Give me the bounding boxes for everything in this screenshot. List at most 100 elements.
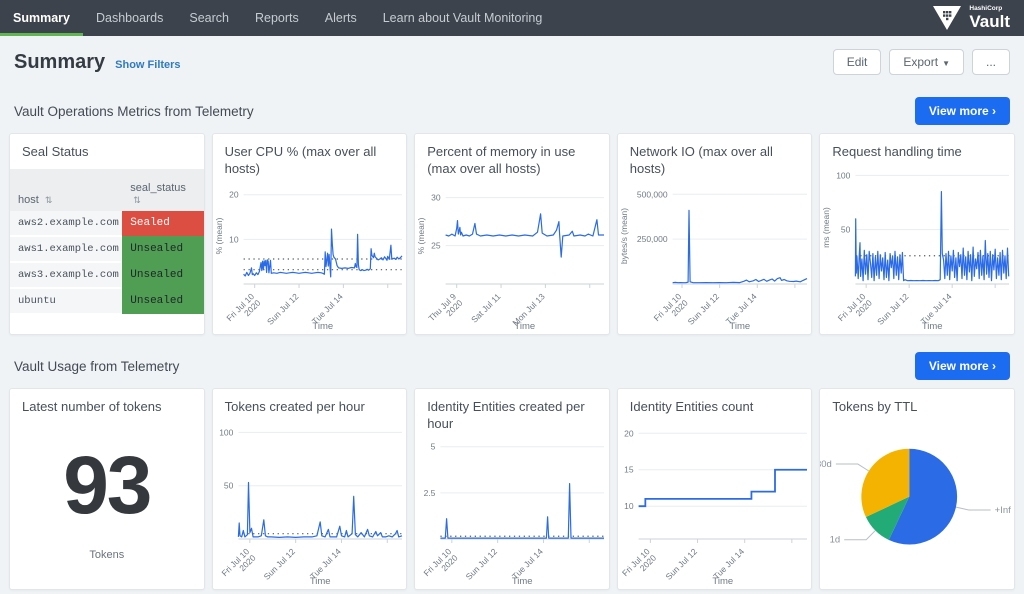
export-label: Export [903,55,938,69]
panel-tokens-by-ttl: Tokens by TTL +Inf1d30d [819,388,1015,590]
show-filters-link[interactable]: Show Filters [115,59,180,71]
svg-text:10: 10 [624,501,634,511]
status-badge: Unsealed [122,236,203,262]
svg-text:% (mean): % (mean) [416,217,426,254]
table-row: aws3.example.comUnsealed [10,262,204,288]
more-options-button[interactable]: ... [972,49,1010,75]
usage-panel-grid: Latest number of tokens 93 Tokens Tokens… [9,388,1015,590]
panel-tokens-per-hour: Tokens created per hour 50 100 Fri Jul 102… [212,388,408,590]
export-button[interactable]: Export ▼ [889,49,964,75]
panel-title: Tokens by TTL [820,389,1014,418]
nav-items: SummaryDashboardsSearchReportsAlertsLear… [0,0,932,36]
svg-text:bytes/s (mean): bytes/s (mean) [619,208,629,264]
svg-text:Time: Time [922,321,943,332]
table-row: aws1.example.comUnsealed [10,236,204,262]
entities-per-hour-chart[interactable]: 2.55Fri Jul 102020Sun Jul 12Tue Jul 14Ti… [415,435,609,589]
sort-icon: ⇅ [133,195,141,205]
panel-memory: Percent of memory in use (max over all h… [414,133,610,335]
tokens-per-hour-chart[interactable]: 50100Fri Jul 102020Sun Jul 12Tue Jul 14T… [213,418,407,589]
svg-text:15: 15 [624,465,634,475]
tokens-by-ttl-pie-chart[interactable]: +Inf1d30d [820,418,1014,589]
host-cell: aws2.example.com [10,211,122,236]
svg-text:2.5: 2.5 [424,488,436,498]
vault-logo-icon [932,5,962,31]
svg-text:Fri Jul 102020: Fri Jul 102020 [224,291,262,329]
sort-icon: ⇅ [45,195,53,205]
svg-text:Thu Jul 92020: Thu Jul 92020 [426,291,464,329]
svg-text:Fri Jul 102020: Fri Jul 102020 [219,546,257,584]
svg-text:50: 50 [841,225,851,235]
svg-text:Time: Time [729,321,750,332]
svg-text:Time: Time [512,576,533,587]
panel-title: Identity Entities count [618,389,812,418]
token-count-caption: Tokens [89,549,124,561]
nav-item-dashboards[interactable]: Dashboards [83,0,176,36]
entities-count-chart[interactable]: 101520Fri Jul 102020Sun Jul 12Tue Jul 14… [618,418,812,589]
svg-text:500,000: 500,000 [637,189,668,199]
nav-item-learn-about-vault-monitoring[interactable]: Learn about Vault Monitoring [370,0,556,36]
svg-text:250,000: 250,000 [637,234,668,244]
section-title: Vault Usage from Telemetry [14,359,179,374]
view-more-operations-button[interactable]: View more › [915,97,1010,125]
panel-seal-status: Seal Status host ⇅seal_status ⇅ aws2.exa… [9,133,205,335]
svg-text:1d: 1d [830,535,841,546]
page-title: Summary [14,51,105,74]
view-more-usage-button[interactable]: View more › [915,352,1010,380]
status-badge: Unsealed [122,288,203,314]
nav-item-reports[interactable]: Reports [242,0,312,36]
panel-user-cpu: User CPU % (max over all hosts) 1020% (m… [212,133,408,335]
panel-title: Seal Status [10,134,204,163]
panel-title: User CPU % (max over all hosts) [213,134,407,180]
edit-button[interactable]: Edit [833,49,882,75]
svg-text:30: 30 [431,192,441,202]
status-badge: Sealed [122,211,203,236]
svg-text:Fri Jul 102020: Fri Jul 102020 [422,546,460,584]
svg-text:100: 100 [219,427,233,437]
column-header-host[interactable]: host ⇅ [10,169,122,211]
svg-text:10: 10 [229,234,239,244]
panel-entities-per-hour: Identity Entities created per hour 2.55F… [414,388,610,590]
panel-entities-count: Identity Entities count 10 15 20 Fri Jul 10… [617,388,813,590]
operations-panel-grid: Seal Status host ⇅seal_status ⇅ aws2.exa… [9,133,1015,335]
request-time-chart[interactable]: 50100ms (mean)Fri Jul 102020Sun Jul 12Tu… [820,163,1014,334]
nav-item-summary[interactable]: Summary [0,0,83,36]
svg-text:Sun Jul 12: Sun Jul 12 [464,546,500,582]
svg-text:Sun Jul 12: Sun Jul 12 [685,291,721,327]
brand: HashiCorp Vault [932,0,1024,36]
svg-text:20: 20 [229,189,239,199]
table-row: aws2.example.comSealed [10,211,204,236]
brand-product: Vault [969,13,1010,30]
section-operations-header: Vault Operations Metrics from Telemetry … [9,84,1015,133]
host-cell: ubuntu [10,288,122,314]
user-cpu-chart[interactable]: 1020% (mean)Fri Jul 102020Sun Jul 12Tue … [213,180,407,334]
panel-title: Request handling time [820,134,1014,163]
panel-latest-tokens: Latest number of tokens 93 Tokens [9,388,205,590]
panel-title: Latest number of tokens [10,389,204,418]
memory-chart[interactable]: 2530% (mean)Thu Jul 92020Sat Jul 11Mon J… [415,180,609,334]
panel-title: Tokens created per hour [213,389,407,418]
svg-text:Fri Jul 102020: Fri Jul 102020 [620,546,658,584]
svg-text:50: 50 [224,481,234,491]
svg-text:20: 20 [624,428,634,438]
nav-item-search[interactable]: Search [176,0,242,36]
table-row: ubuntuUnsealed [10,288,204,314]
status-badge: Unsealed [122,262,203,288]
top-nav: SummaryDashboardsSearchReportsAlertsLear… [0,0,1024,36]
section-usage-header: Vault Usage from Telemetry View more › [9,335,1015,388]
svg-text:Sat Jul 11: Sat Jul 11 [469,291,503,325]
svg-text:Sun Jul 12: Sun Jul 12 [261,546,297,582]
host-cell: aws3.example.com [10,262,122,288]
panel-network-io: Network IO (max over all hosts) 250,000 5… [617,133,813,335]
column-header-seal_status[interactable]: seal_status ⇅ [122,169,203,211]
svg-text:Fri Jul 102020: Fri Jul 102020 [651,291,689,329]
nav-item-alerts[interactable]: Alerts [312,0,370,36]
chevron-down-icon: ▼ [942,59,950,68]
panel-title: Network IO (max over all hosts) [618,134,812,180]
section-title: Vault Operations Metrics from Telemetry [14,104,254,119]
svg-text:30d: 30d [820,459,832,470]
page-header: Summary Show Filters Edit Export ▼ ... [9,36,1015,84]
panel-title: Percent of memory in use (max over all h… [415,134,609,180]
single-value: 93 Tokens [10,418,204,589]
network-io-chart[interactable]: 250,000 500,000 bytes/s (mean) Fri Jul 1020… [618,180,812,334]
svg-text:25: 25 [431,240,441,250]
